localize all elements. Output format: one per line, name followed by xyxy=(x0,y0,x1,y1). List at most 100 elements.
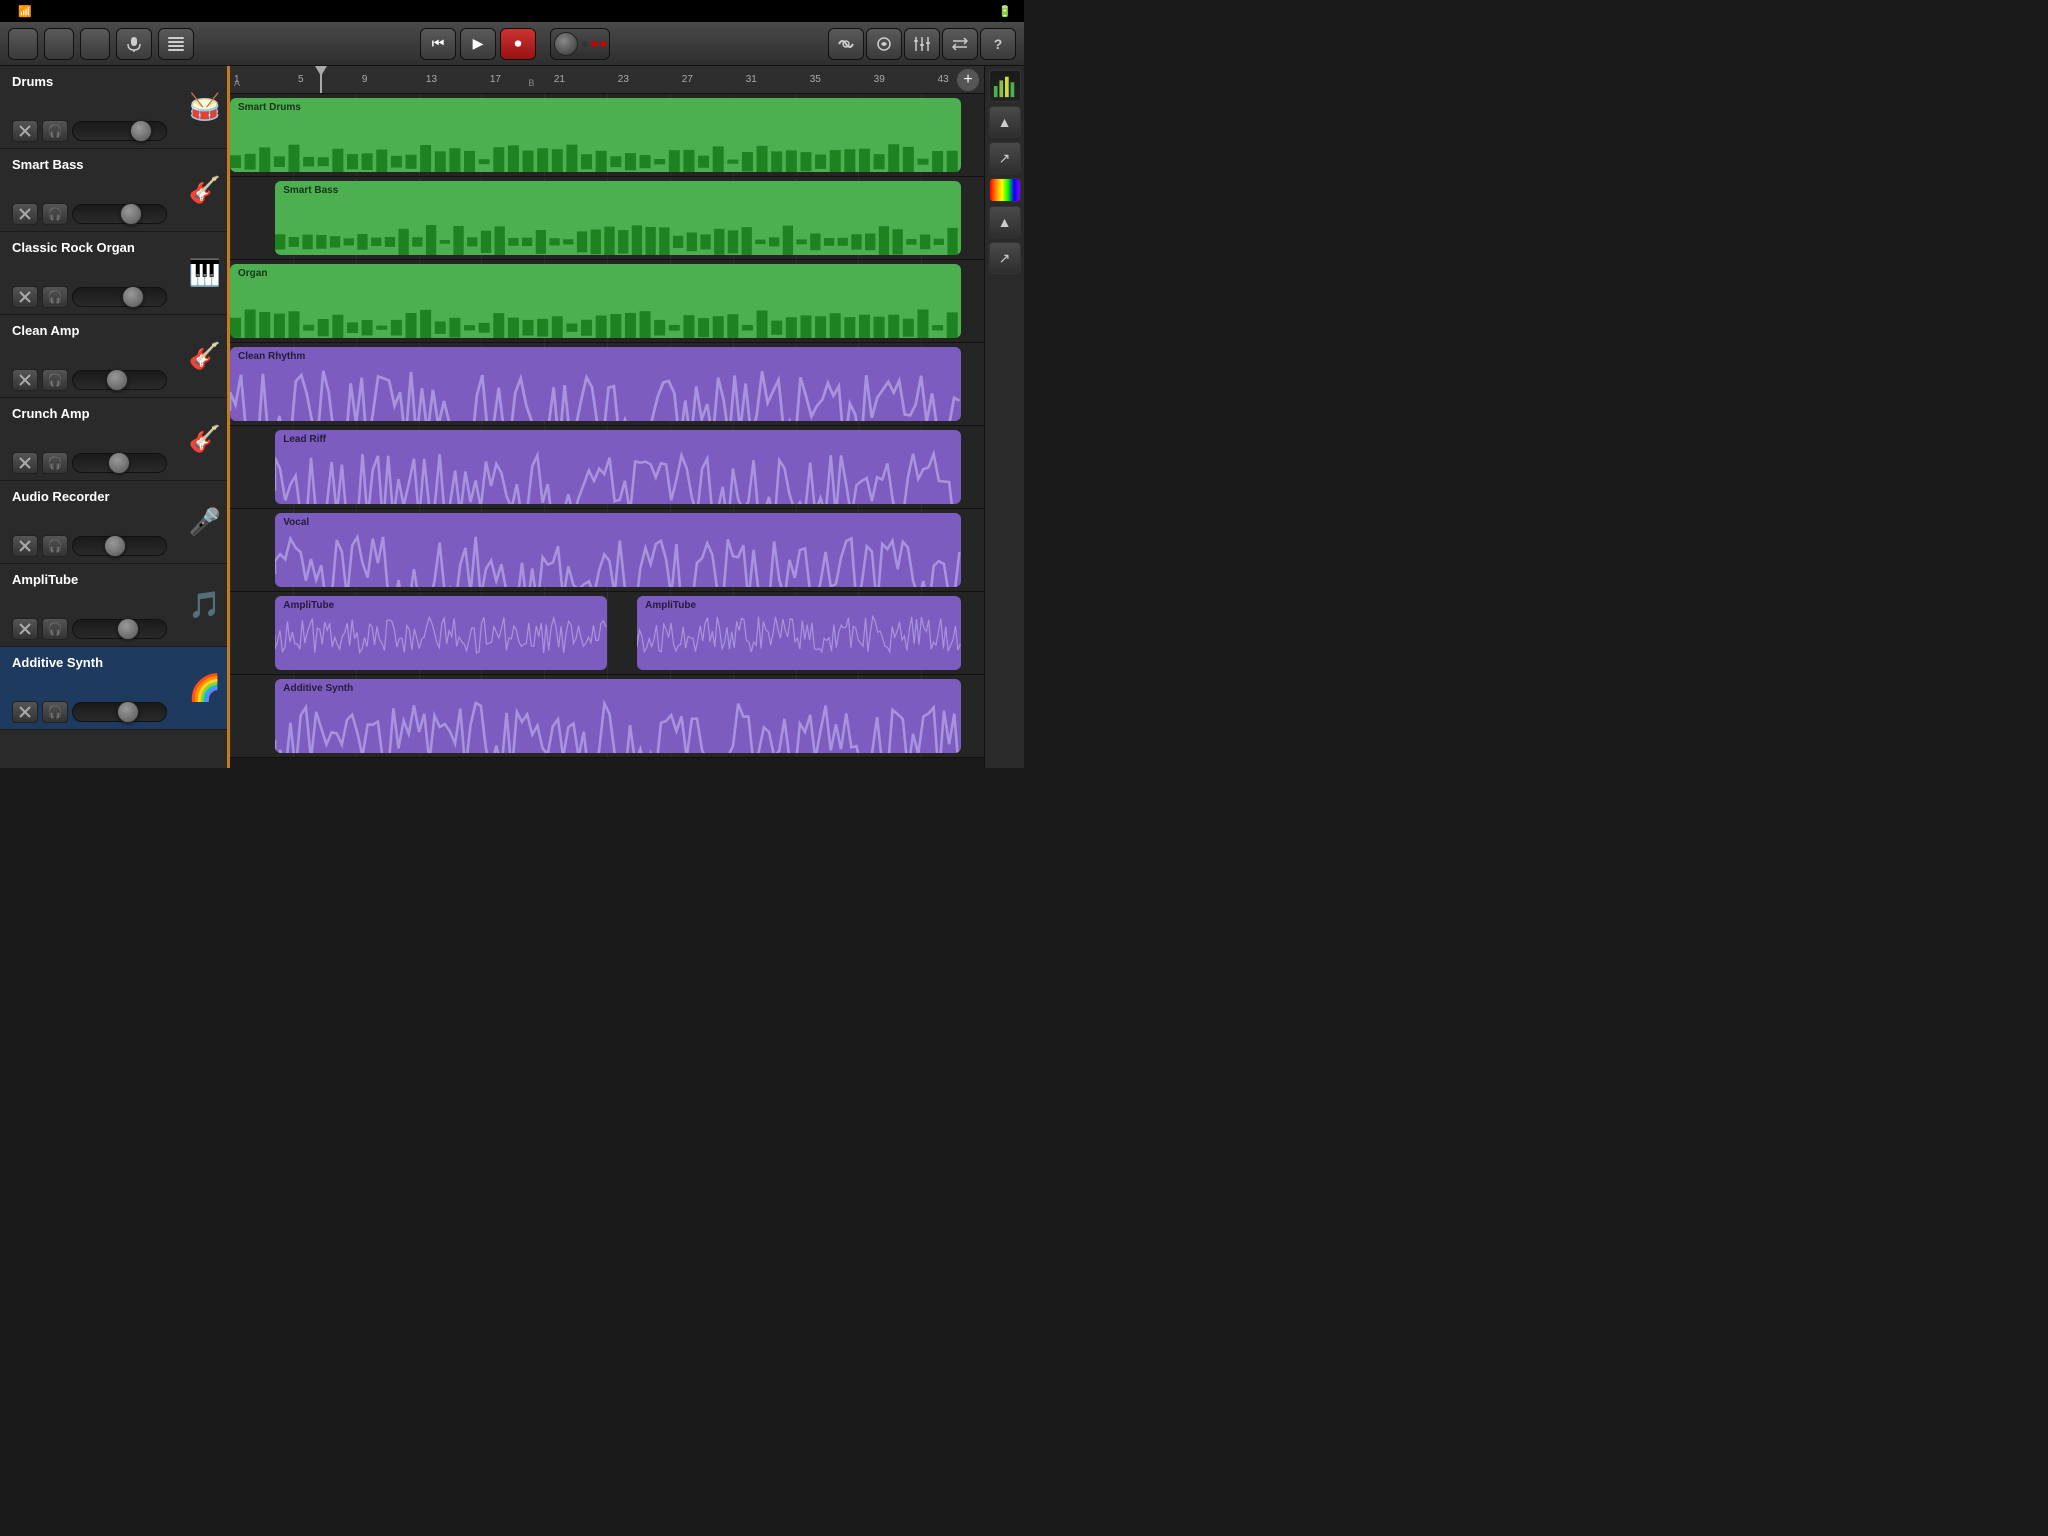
spectrum-button[interactable] xyxy=(989,70,1021,102)
my-songs-button[interactable] xyxy=(8,28,38,60)
move-up-button[interactable]: ▲ xyxy=(989,106,1021,138)
slider-thumb-3 xyxy=(106,369,128,391)
clip-2-0[interactable]: Organ xyxy=(230,264,961,338)
track-controls-3: 🎧 xyxy=(12,369,219,391)
track-row-5: Vocal xyxy=(230,509,984,592)
grid-line xyxy=(607,592,608,674)
headphone-button-1[interactable]: 🎧 xyxy=(42,203,68,225)
mute-button-3[interactable] xyxy=(12,369,38,391)
record-button[interactable]: ⏺ xyxy=(500,28,536,60)
track-name-5: Audio Recorder xyxy=(12,489,219,504)
mute-button-7[interactable] xyxy=(12,701,38,723)
clip-7-0[interactable]: Additive Synth xyxy=(275,679,961,753)
volume-slider-1[interactable] xyxy=(72,204,167,224)
clip-label-4-0: Lead Riff xyxy=(283,434,326,445)
help-button[interactable]: ? xyxy=(980,28,1016,60)
track-list: Drums🎧🥁Smart Bass🎧🎸Classic Rock Organ🎧🎹C… xyxy=(0,66,230,768)
export2-button[interactable]: ↗ xyxy=(989,242,1021,274)
clip-1-0[interactable]: Smart Bass xyxy=(275,181,961,255)
volume-slider-0[interactable] xyxy=(72,121,167,141)
volume-slider-2[interactable] xyxy=(72,287,167,307)
ruler-mark-21: 21 xyxy=(554,74,565,85)
ruler-mark-13: 13 xyxy=(426,74,437,85)
slider-thumb-4 xyxy=(108,452,130,474)
settings-button[interactable] xyxy=(942,28,978,60)
smart-controls-button[interactable] xyxy=(828,28,864,60)
ruler-mark-39: 39 xyxy=(874,74,885,85)
track-row-7: Additive Synth xyxy=(230,675,984,758)
track-controls-5: 🎧 xyxy=(12,535,219,557)
grid-line xyxy=(230,426,231,508)
track-item-3: Clean Amp🎧🎸 xyxy=(0,315,227,398)
slider-thumb-0 xyxy=(130,120,152,142)
clip-3-0[interactable]: Clean Rhythm xyxy=(230,347,961,421)
color-spectrum-button[interactable] xyxy=(989,178,1021,202)
mute-button-2[interactable] xyxy=(12,286,38,308)
mute-button-6[interactable] xyxy=(12,618,38,640)
track-item-6: AmpliTube🎧🎵 xyxy=(0,564,227,647)
clip-5-0[interactable]: Vocal xyxy=(275,513,961,587)
track-name-1: Smart Bass xyxy=(12,157,219,172)
headphone-button-4[interactable]: 🎧 xyxy=(42,452,68,474)
track-controls-1: 🎧 xyxy=(12,203,219,225)
mute-button-1[interactable] xyxy=(12,203,38,225)
volume-knob[interactable] xyxy=(554,32,578,56)
headphone-button-5[interactable]: 🎧 xyxy=(42,535,68,557)
clip-label-3-0: Clean Rhythm xyxy=(238,351,305,362)
headphone-button-2[interactable]: 🎧 xyxy=(42,286,68,308)
playhead-triangle xyxy=(315,66,327,76)
instrument-icon-7: 🌈 xyxy=(189,673,221,704)
play-button[interactable]: ▶ xyxy=(460,28,496,60)
track-name-6: AmpliTube xyxy=(12,572,219,587)
playhead[interactable] xyxy=(320,66,322,93)
toolbar-right-icons: ? xyxy=(828,28,1016,60)
rewind-button[interactable]: ⏮ xyxy=(420,28,456,60)
volume-slider-5[interactable] xyxy=(72,536,167,556)
volume-slider-7[interactable] xyxy=(72,702,167,722)
loop-browser-button[interactable] xyxy=(866,28,902,60)
track-item-1: Smart Bass🎧🎸 xyxy=(0,149,227,232)
move-up2-button[interactable]: ▲ xyxy=(989,206,1021,238)
instruments-button[interactable] xyxy=(44,28,74,60)
slider-thumb-7 xyxy=(117,701,139,723)
clip-label-2-0: Organ xyxy=(238,268,267,279)
instrument-icon-5: 🎤 xyxy=(189,507,221,538)
headphone-button-0[interactable]: 🎧 xyxy=(42,120,68,142)
mixer-button[interactable] xyxy=(904,28,940,60)
headphone-button-6[interactable]: 🎧 xyxy=(42,618,68,640)
volume-slider-6[interactable] xyxy=(72,619,167,639)
volume-slider-3[interactable] xyxy=(72,370,167,390)
clip-6-0[interactable]: AmpliTube xyxy=(275,596,607,670)
track-controls-6: 🎧 xyxy=(12,618,219,640)
grid-line xyxy=(230,675,231,757)
tracks-button[interactable] xyxy=(158,28,194,60)
track-controls-4: 🎧 xyxy=(12,452,219,474)
track-name-0: Drums xyxy=(12,74,219,89)
master-volume xyxy=(550,28,610,60)
slider-thumb-5 xyxy=(104,535,126,557)
headphone-button-3[interactable]: 🎧 xyxy=(42,369,68,391)
grid-line xyxy=(230,592,231,674)
battery-icon: 🔋 xyxy=(998,5,1012,18)
undo-button[interactable] xyxy=(80,28,110,60)
export-button[interactable]: ↗ xyxy=(989,142,1021,174)
microphone-button[interactable] xyxy=(116,28,152,60)
mute-button-0[interactable] xyxy=(12,120,38,142)
clip-label-7-0: Additive Synth xyxy=(283,683,353,694)
ruler-mark-31: 31 xyxy=(746,74,757,85)
ruler-inner: 159131721232731353943AB xyxy=(234,66,952,93)
instrument-icon-2: 🎹 xyxy=(189,258,221,289)
volume-slider-4[interactable] xyxy=(72,453,167,473)
mute-button-5[interactable] xyxy=(12,535,38,557)
add-track-button[interactable]: + xyxy=(956,68,980,92)
track-item-4: Crunch Amp🎧🎸 xyxy=(0,398,227,481)
clip-4-0[interactable]: Lead Riff xyxy=(275,430,961,504)
ruler-mark-23: 23 xyxy=(618,74,629,85)
clip-0-0[interactable]: Smart Drums xyxy=(230,98,961,172)
mute-button-4[interactable] xyxy=(12,452,38,474)
waveform-4-0 xyxy=(275,448,961,504)
timeline-area: 159131721232731353943AB + Smart DrumsSma… xyxy=(230,66,984,768)
headphone-button-7[interactable]: 🎧 xyxy=(42,701,68,723)
clip-6-1[interactable]: AmpliTube xyxy=(637,596,961,670)
led-indicators xyxy=(582,41,606,47)
